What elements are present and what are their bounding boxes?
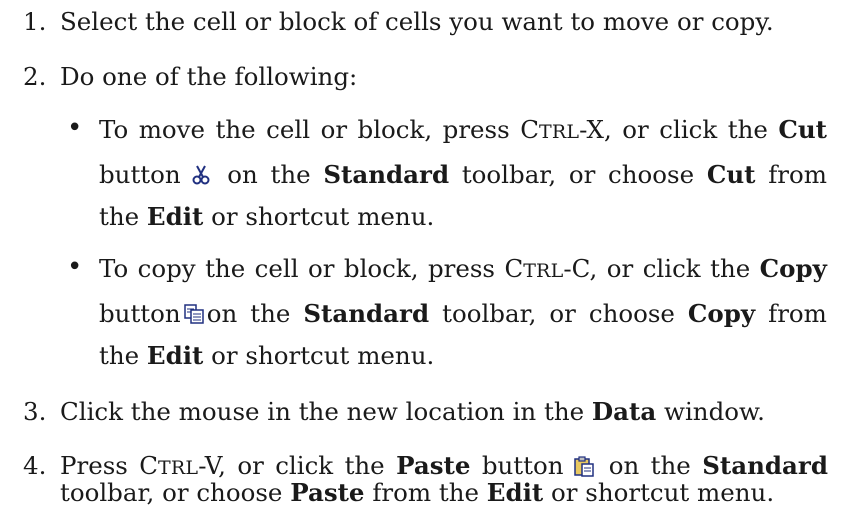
standard-label: Standard bbox=[323, 160, 450, 189]
step-number: 4. bbox=[23, 451, 47, 480]
step-text: Do one of the following: bbox=[60, 62, 358, 91]
bullet-symbol: • bbox=[67, 252, 83, 282]
edit-label: Edit bbox=[146, 341, 204, 370]
bullet-line-1: To move the cell or block, press CTRL-X, or cli… bbox=[99, 115, 827, 144]
data-label: Data bbox=[591, 397, 657, 426]
standard-label: Standard bbox=[303, 299, 430, 328]
step-number: 1. bbox=[23, 7, 47, 36]
standard-label: Standard bbox=[702, 451, 828, 480]
step-number: 3. bbox=[23, 397, 47, 426]
paste-label: Paste bbox=[396, 451, 471, 480]
step-text: Select the cell or block of cells you wa… bbox=[60, 7, 774, 36]
instructions-page: 1. Select the cell or block of cells you… bbox=[0, 0, 847, 507]
copy-pages-icon[interactable] bbox=[183, 303, 205, 325]
bullet-symbol: • bbox=[67, 113, 83, 143]
paste-label-2: Paste bbox=[290, 478, 365, 507]
copy-label: Copy bbox=[759, 254, 827, 283]
paste-clipboard-icon[interactable] bbox=[573, 455, 595, 477]
bullet-line-3: the Edit or shortcut menu. bbox=[99, 341, 435, 370]
bullet-line-1: To copy the cell or block, press CTRL-C, or cli… bbox=[99, 254, 827, 283]
cut-label-2: Cut bbox=[706, 160, 756, 189]
step-text: Click the mouse in the new location in t… bbox=[60, 397, 765, 426]
edit-label: Edit bbox=[146, 202, 204, 231]
step-4-line-1: Press CTRL-V, or click the Paste button on… bbox=[60, 451, 828, 480]
step-number: 2. bbox=[23, 62, 47, 91]
bullet-line-2: button on the Standard toolbar, or choose C… bbox=[99, 160, 827, 189]
copy-label-2: Copy bbox=[687, 299, 756, 328]
bullet-line-2: button on the Standard toolbar, or choose … bbox=[99, 299, 827, 328]
step-4-line-2: toolbar, or choose Paste from the Edit o… bbox=[60, 478, 775, 507]
cut-scissors-icon[interactable] bbox=[190, 164, 212, 186]
edit-label: Edit bbox=[486, 478, 544, 507]
bullet-line-3: the Edit or shortcut menu. bbox=[99, 202, 435, 231]
cut-label: Cut bbox=[778, 115, 827, 144]
